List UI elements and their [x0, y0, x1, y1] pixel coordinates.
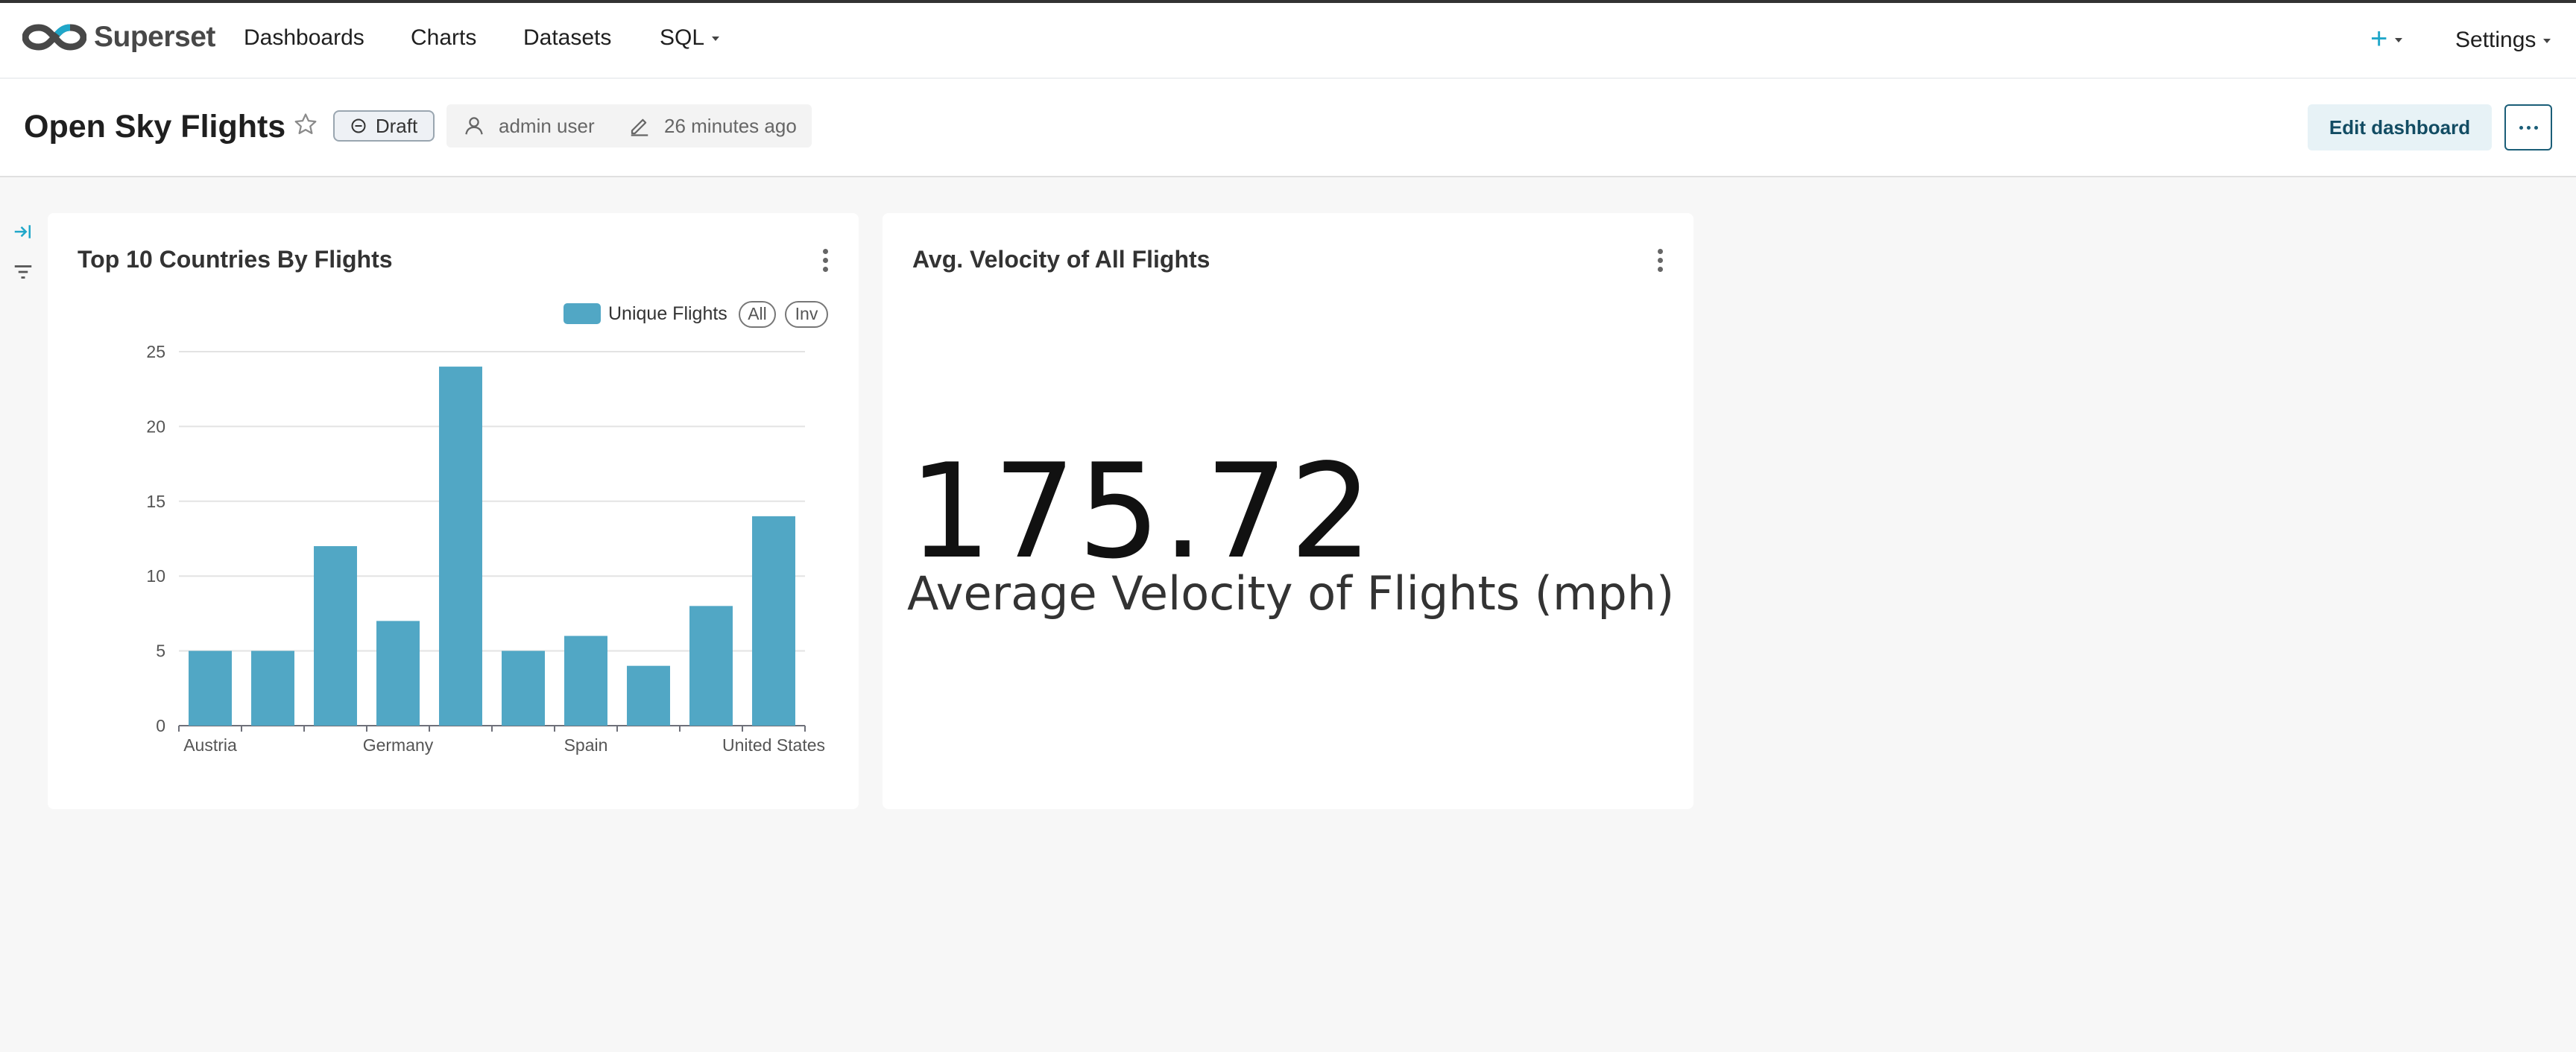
y-tick-label: 10 [146, 566, 165, 586]
status-badge[interactable]: Draft [333, 110, 435, 142]
y-tick-label: 15 [146, 492, 165, 511]
filter-icon[interactable] [12, 261, 34, 287]
chevron-down-icon [2543, 39, 2551, 44]
favorite-star-icon[interactable] [293, 112, 318, 141]
new-item-menu[interactable]: + [2370, 22, 2403, 56]
more-options-button[interactable] [2504, 104, 2552, 150]
bar[interactable] [564, 636, 607, 726]
legend-inv-label: Inv [795, 304, 818, 323]
expand-filters-icon[interactable] [12, 221, 34, 247]
ellipsis-dot [2526, 125, 2531, 130]
bar[interactable] [439, 367, 482, 726]
status-badge-label: Draft [375, 114, 418, 137]
bar[interactable] [627, 665, 670, 726]
legend-all-label: All [748, 304, 767, 323]
big-number-subtitle: Average Velocity of Flights (mph) [907, 566, 1675, 621]
y-tick-label: 20 [146, 416, 165, 436]
chart-title: Avg. Velocity of All Flights [912, 246, 1210, 273]
legend-swatch[interactable] [564, 303, 601, 324]
bar[interactable] [251, 650, 294, 726]
chart-card-top-countries: Top 10 Countries By Flights Unique Fligh… [48, 213, 859, 809]
superset-logo-icon [22, 24, 86, 51]
nav-dashboards[interactable]: Dashboards [244, 25, 364, 51]
chevron-down-icon [2395, 38, 2403, 43]
brand-logo[interactable]: Superset [22, 21, 215, 54]
x-tick-label: Spain [564, 735, 608, 755]
big-number-value: 175.72 [909, 437, 1374, 588]
navbar: Superset Dashboards Charts Datasets SQL … [0, 3, 2576, 79]
minus-circle-icon [351, 118, 366, 133]
bar[interactable] [314, 546, 357, 726]
bar[interactable] [376, 621, 420, 726]
dashboard-metadata: admin user 26 minutes ago [446, 104, 812, 148]
bar-chart: Unique Flights All Inv 0 5 10 15 20 25 Austria… [146, 301, 828, 755]
nav-datasets[interactable]: Datasets [523, 25, 611, 51]
nav-sql-label: SQL [660, 25, 705, 50]
bar[interactable] [752, 516, 795, 726]
settings-label: Settings [2455, 28, 2536, 52]
y-tick-label: 0 [156, 716, 165, 735]
chart-card-avg-velocity: Avg. Velocity of All Flights 175.72 Aver… [883, 213, 1693, 809]
settings-menu[interactable]: Settings [2455, 28, 2551, 53]
y-tick-label: 25 [146, 342, 165, 361]
dashboard-title[interactable]: Open Sky Flights [24, 109, 285, 145]
legend-label[interactable]: Unique Flights [608, 303, 727, 324]
bar[interactable] [502, 650, 545, 726]
nav-sql-menu[interactable]: SQL [660, 25, 720, 51]
nav-charts[interactable]: Charts [411, 25, 476, 51]
owner-name[interactable]: admin user [499, 115, 595, 138]
ellipsis-dot [2519, 125, 2523, 130]
brand-name: Superset [94, 21, 215, 53]
ellipsis-dot [2534, 125, 2538, 130]
bar[interactable] [689, 606, 733, 726]
chart-menu-icon[interactable] [1656, 249, 1664, 276]
x-tick-label: United States [722, 735, 825, 755]
user-icon [463, 115, 485, 142]
last-modified: 26 minutes ago [664, 115, 797, 137]
dashboard-header: Open Sky Flights Draft admin user 26 min… [0, 79, 2576, 177]
y-tick-label: 5 [156, 641, 165, 661]
pencil-icon [628, 115, 651, 142]
x-tick-label: Germany [363, 735, 434, 755]
edit-dashboard-button[interactable]: Edit dashboard [2308, 104, 2492, 150]
plus-icon: + [2370, 22, 2388, 55]
x-tick-label: Austria [183, 735, 237, 755]
bar[interactable] [189, 650, 232, 726]
chevron-down-icon [712, 37, 720, 42]
